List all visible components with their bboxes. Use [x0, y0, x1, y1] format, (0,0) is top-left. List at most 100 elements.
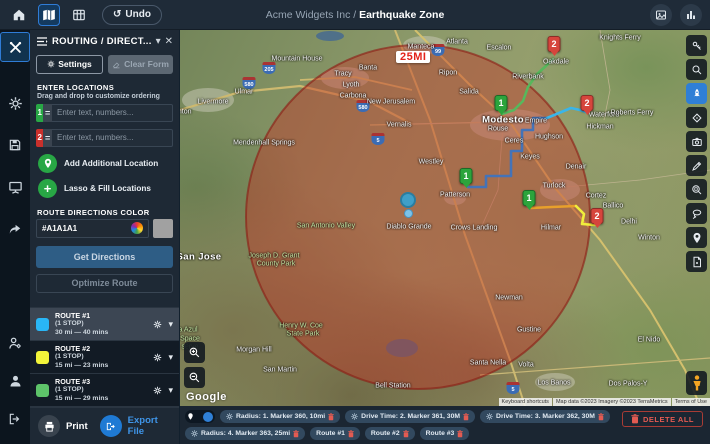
- clear-form-button[interactable]: Clear Form: [108, 55, 173, 74]
- support-button[interactable]: [0, 366, 30, 396]
- trash-icon[interactable]: [348, 430, 354, 438]
- route-stops: (1 STOP): [55, 353, 147, 361]
- layers-bar: Radius: 1. Marker 360, 10mi Drive Time: 2…: [180, 406, 710, 444]
- zoom-area-tool-button[interactable]: [686, 179, 707, 200]
- chevron-down-icon[interactable]: ▾: [168, 385, 173, 396]
- pin-tool-button[interactable]: [686, 227, 707, 248]
- export-file-button[interactable]: [100, 415, 122, 437]
- lasso-tool-button[interactable]: [686, 203, 707, 224]
- route-color-swatch[interactable]: [36, 318, 49, 331]
- export-file-label[interactable]: Export File: [128, 415, 171, 437]
- route-stops: (1 STOP): [55, 320, 147, 328]
- wrench-tool-button[interactable]: [686, 35, 707, 56]
- share-button[interactable]: [0, 214, 30, 244]
- grid-view-button[interactable]: [68, 4, 90, 26]
- draw-tool-button[interactable]: [686, 155, 707, 176]
- person-icon: [8, 374, 23, 389]
- delete-all-button[interactable]: DELETE ALL: [622, 411, 703, 427]
- layer-chip[interactable]: Drive Time: 2. Marker 361, 30M: [345, 410, 475, 423]
- search-tool-button[interactable]: [686, 59, 707, 80]
- trash-icon[interactable]: [457, 430, 463, 438]
- file-pin-tool-button[interactable]: [686, 251, 707, 272]
- map-canvas[interactable]: 2055805805995 Mountain HouseTracyBantaLy…: [180, 30, 710, 406]
- print-label[interactable]: Print: [66, 421, 88, 432]
- route-row-2[interactable]: ROUTE #2(1 STOP)15 mi — 23 mins▾: [30, 341, 179, 374]
- trash-icon[interactable]: [463, 413, 469, 421]
- pin-visibility-toggle[interactable]: [185, 410, 215, 423]
- logout-button[interactable]: [0, 404, 30, 434]
- radius-label: 25MI: [396, 51, 430, 63]
- layer-chip[interactable]: Radius: 1. Marker 360, 10mi: [220, 410, 340, 423]
- app-window: ↺ Undo Acme Widgets Inc / Earthquake Zon…: [0, 0, 710, 444]
- google-logo: Google: [186, 391, 227, 403]
- get-directions-button[interactable]: Get Directions: [36, 246, 173, 268]
- route-name: ROUTE #1: [55, 311, 147, 320]
- undo-label: Undo: [125, 9, 151, 20]
- pegman-button[interactable]: [686, 371, 707, 395]
- presentation-button[interactable]: [0, 172, 30, 202]
- location-badge-2: 2: [36, 129, 43, 147]
- locate-tool-button[interactable]: [686, 107, 707, 128]
- tools-button[interactable]: [0, 32, 30, 62]
- bar-chart-icon: [685, 9, 697, 21]
- gear-icon[interactable]: [153, 320, 162, 329]
- location-input-1[interactable]: [52, 104, 173, 122]
- search-icon: [691, 64, 703, 76]
- grid-icon: [72, 8, 86, 22]
- chevron-down-icon[interactable]: ▾: [168, 319, 173, 330]
- keyboard-shortcuts-link[interactable]: Keyboard shortcuts: [499, 398, 552, 406]
- user-settings-button[interactable]: [0, 328, 30, 358]
- layer-chip-label: Radius: 4. Marker 363, 25mi: [201, 430, 290, 437]
- trash-icon[interactable]: [293, 430, 299, 438]
- plus-icon: +: [38, 179, 57, 198]
- settings-button[interactable]: Settings: [36, 55, 103, 74]
- layer-chip-label: Route #3: [426, 430, 455, 437]
- close-icon[interactable]: ✕: [165, 36, 173, 47]
- add-location-button[interactable]: Add Additional Location: [38, 154, 173, 173]
- trash-icon[interactable]: [403, 430, 409, 438]
- gear-icon: [8, 96, 23, 111]
- analytics-button[interactable]: [680, 4, 702, 26]
- color-wheel-icon[interactable]: [131, 222, 143, 234]
- wrench-icon: [691, 40, 703, 52]
- chevron-down-icon[interactable]: ▾: [168, 352, 173, 363]
- color-swatch[interactable]: [153, 219, 173, 238]
- route-row-3[interactable]: ROUTE #3(1 STOP)15 mi — 29 mins▾: [30, 374, 179, 407]
- gear-icon[interactable]: [153, 353, 162, 362]
- layer-chip[interactable]: Route #2: [365, 427, 415, 440]
- location-pin-icon: [187, 412, 194, 421]
- chevron-down-icon[interactable]: ▾: [156, 36, 161, 47]
- save-button[interactable]: [0, 130, 30, 160]
- drag-handle[interactable]: =: [43, 129, 52, 147]
- zoom-in-button[interactable]: [184, 342, 205, 363]
- gear-icon[interactable]: [153, 386, 162, 395]
- route-name: ROUTE #3: [55, 377, 147, 386]
- route-row-1[interactable]: ROUTE #1(1 STOP)30 mi — 40 mins▾: [30, 308, 179, 341]
- route-color-swatch[interactable]: [36, 384, 49, 397]
- layer-chip[interactable]: Route #3: [420, 427, 470, 440]
- screenshot-button[interactable]: [650, 4, 672, 26]
- location-input-2[interactable]: [52, 129, 173, 147]
- drag-handle[interactable]: =: [43, 104, 52, 122]
- color-hex-input[interactable]: [42, 224, 127, 233]
- map-view-button[interactable]: [38, 4, 60, 26]
- gear-icon: [191, 430, 198, 437]
- home-button[interactable]: [8, 4, 30, 26]
- undo-button[interactable]: ↺ Undo: [102, 5, 162, 25]
- layer-chip[interactable]: Radius: 4. Marker 363, 25mi: [185, 427, 305, 440]
- terms-link[interactable]: Terms of Use: [672, 398, 710, 406]
- settings-rail-button[interactable]: [0, 88, 30, 118]
- zoom-out-button[interactable]: [184, 367, 205, 388]
- camera-tool-button[interactable]: [686, 131, 707, 152]
- optimize-route-button[interactable]: Optimize Route: [36, 274, 173, 294]
- trash-icon[interactable]: [598, 413, 604, 421]
- layer-chip[interactable]: Drive Time: 3. Marker 362, 30M: [480, 410, 610, 423]
- route-name: ROUTE #2: [55, 344, 147, 353]
- trash-icon[interactable]: [328, 413, 334, 421]
- lasso-fill-button[interactable]: + Lasso & Fill Locations: [38, 179, 173, 198]
- print-button[interactable]: [38, 415, 60, 437]
- rocket-tool-button[interactable]: [686, 83, 707, 104]
- route-color-swatch[interactable]: [36, 351, 49, 364]
- layer-chip-label: Route #1: [316, 430, 345, 437]
- layer-chip[interactable]: Route #1: [310, 427, 360, 440]
